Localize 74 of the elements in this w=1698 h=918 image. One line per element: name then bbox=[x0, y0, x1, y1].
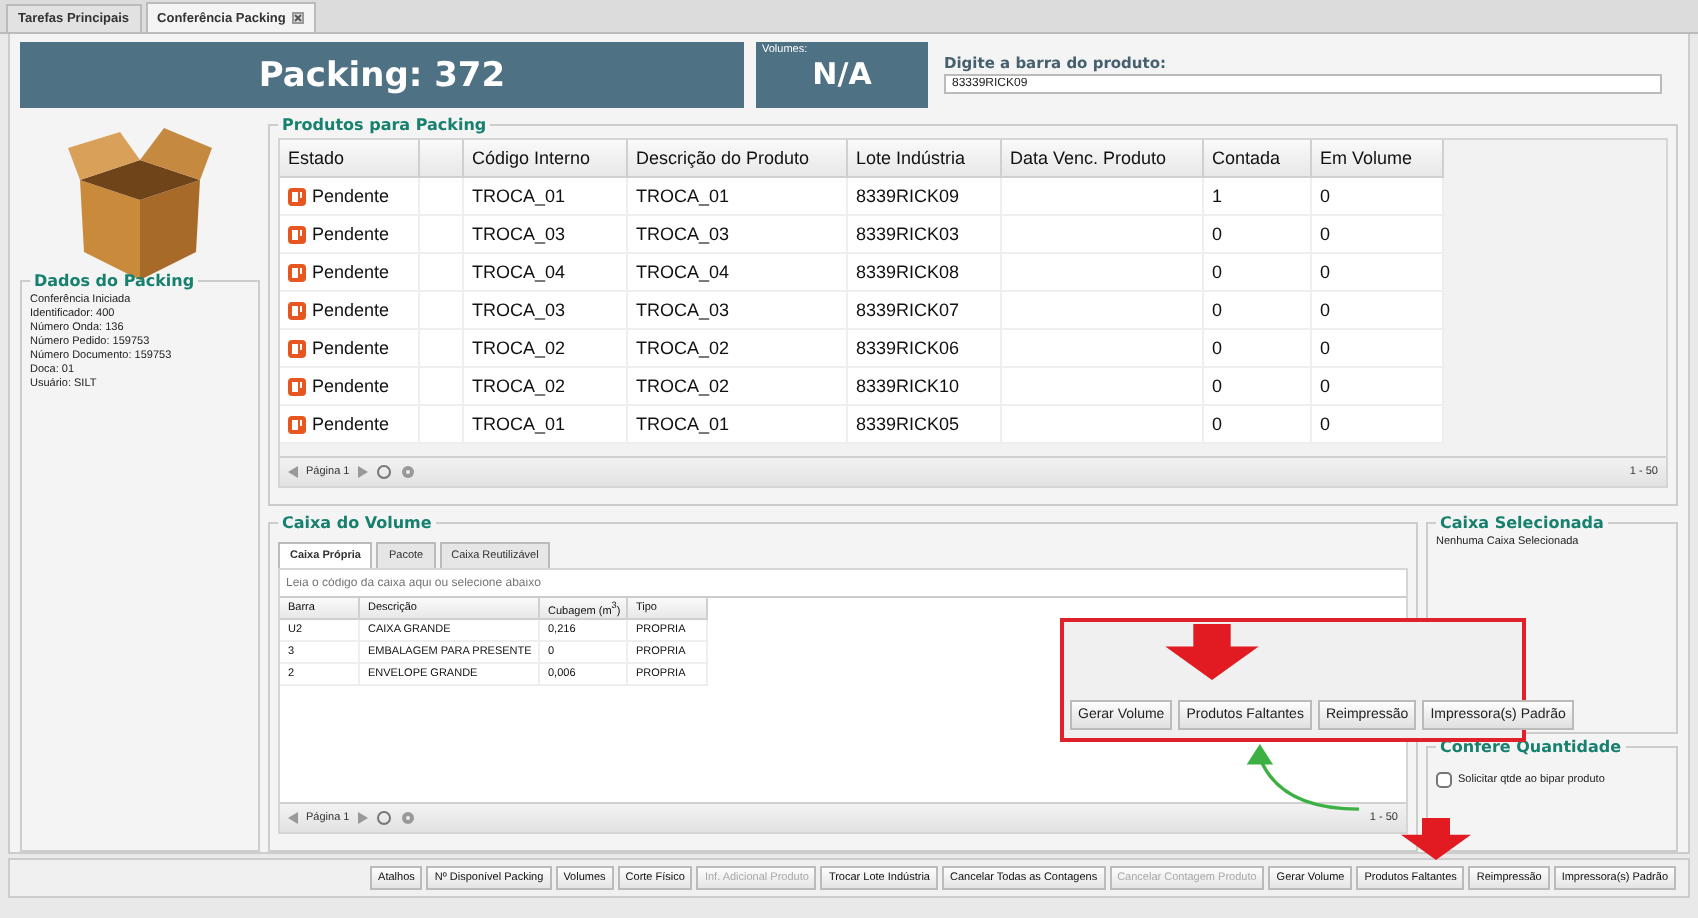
status-icon bbox=[288, 225, 306, 243]
table-cell: 0 bbox=[1312, 330, 1444, 368]
previous-icon[interactable] bbox=[288, 466, 298, 478]
table-cell: Pendente bbox=[280, 292, 420, 330]
table-cell: 0 bbox=[1204, 254, 1312, 292]
gear-icon[interactable] bbox=[399, 464, 416, 480]
table-cell: TROCA_01 bbox=[464, 178, 628, 216]
checkbox[interactable] bbox=[1436, 772, 1452, 788]
table-cell: TROCA_03 bbox=[628, 292, 848, 330]
column-header[interactable]: Estado bbox=[280, 140, 420, 178]
table-cell: 8339RICK05 bbox=[848, 406, 1002, 444]
table-cell: 0 bbox=[1312, 292, 1444, 330]
table-cell: TROCA_02 bbox=[464, 330, 628, 368]
column-header[interactable]: Data Venc. Produto bbox=[1002, 140, 1204, 178]
table-cell: TROCA_04 bbox=[464, 254, 628, 292]
gear-icon[interactable] bbox=[399, 810, 416, 826]
table-cell: 0 bbox=[1204, 216, 1312, 254]
table-cell: Pendente bbox=[280, 330, 420, 368]
panel-title: Caixa Selecionada bbox=[1438, 514, 1606, 532]
panel-title: Dados do Packing bbox=[32, 272, 197, 290]
table-cell: Pendente bbox=[280, 254, 420, 292]
status-icon bbox=[288, 301, 306, 319]
packing-banner: Packing: 372 bbox=[20, 42, 744, 108]
column-header[interactable]: Lote Indústria bbox=[848, 140, 1002, 178]
table-cell bbox=[420, 178, 464, 216]
next-icon[interactable] bbox=[357, 466, 368, 478]
column-header[interactable]: Descrição do Produto bbox=[628, 140, 848, 178]
column-header[interactable]: Em Volume bbox=[1312, 140, 1444, 178]
volumes-value: N/A bbox=[812, 56, 872, 92]
table-cell: 8339RICK07 bbox=[848, 292, 1002, 330]
previous-icon[interactable] bbox=[288, 812, 298, 824]
table-cell: TROCA_01 bbox=[628, 406, 848, 444]
column-header[interactable]: Código Interno bbox=[464, 140, 628, 178]
status-icon bbox=[288, 377, 306, 395]
table-cell: 1 bbox=[1204, 178, 1312, 216]
table-cell: 8339RICK03 bbox=[848, 216, 1002, 254]
close-icon[interactable] bbox=[291, 12, 304, 24]
table-cell: 0 bbox=[1204, 406, 1312, 444]
table-cell: 0 bbox=[1312, 178, 1444, 216]
table-cell: TROCA_02 bbox=[628, 368, 848, 406]
table-cell: Pendente bbox=[280, 406, 420, 444]
table-cell: 0 bbox=[1204, 330, 1312, 368]
status-icon bbox=[288, 339, 306, 357]
column-header[interactable]: Contada bbox=[1204, 140, 1312, 178]
panel-title: Caixa do Volume bbox=[280, 514, 434, 532]
table-cell: 8339RICK08 bbox=[848, 254, 1002, 292]
table-cell: 0 bbox=[1312, 406, 1444, 444]
next-icon[interactable] bbox=[357, 812, 368, 824]
table-cell: 8339RICK06 bbox=[848, 330, 1002, 368]
table-cell: Pendente bbox=[280, 368, 420, 406]
table-cell: 8339RICK09 bbox=[848, 178, 1002, 216]
table-cell: TROCA_01 bbox=[464, 406, 628, 444]
refresh-icon[interactable] bbox=[375, 464, 392, 480]
table-cell: TROCA_03 bbox=[464, 292, 628, 330]
table-cell: 0 bbox=[1312, 254, 1444, 292]
table-cell: 0 bbox=[1204, 292, 1312, 330]
table-cell: TROCA_02 bbox=[464, 368, 628, 406]
status-icon bbox=[288, 415, 306, 433]
table-cell: 8339RICK10 bbox=[848, 368, 1002, 406]
table-cell: TROCA_04 bbox=[628, 254, 848, 292]
status-icon bbox=[288, 263, 306, 281]
table-cell: TROCA_03 bbox=[464, 216, 628, 254]
refresh-icon[interactable] bbox=[375, 810, 392, 826]
table-cell: Pendente bbox=[280, 178, 420, 216]
table-cell: TROCA_03 bbox=[628, 216, 848, 254]
panel-title: Produtos para Packing bbox=[280, 116, 489, 134]
table-cell: 0 bbox=[1204, 368, 1312, 406]
table-cell: TROCA_02 bbox=[628, 330, 848, 368]
table-cell: Pendente bbox=[280, 216, 420, 254]
table-cell: 0 bbox=[1312, 216, 1444, 254]
table-cell: 0 bbox=[1312, 368, 1444, 406]
status-icon bbox=[288, 187, 306, 205]
column-header[interactable] bbox=[420, 140, 464, 178]
table-cell: TROCA_01 bbox=[628, 178, 848, 216]
